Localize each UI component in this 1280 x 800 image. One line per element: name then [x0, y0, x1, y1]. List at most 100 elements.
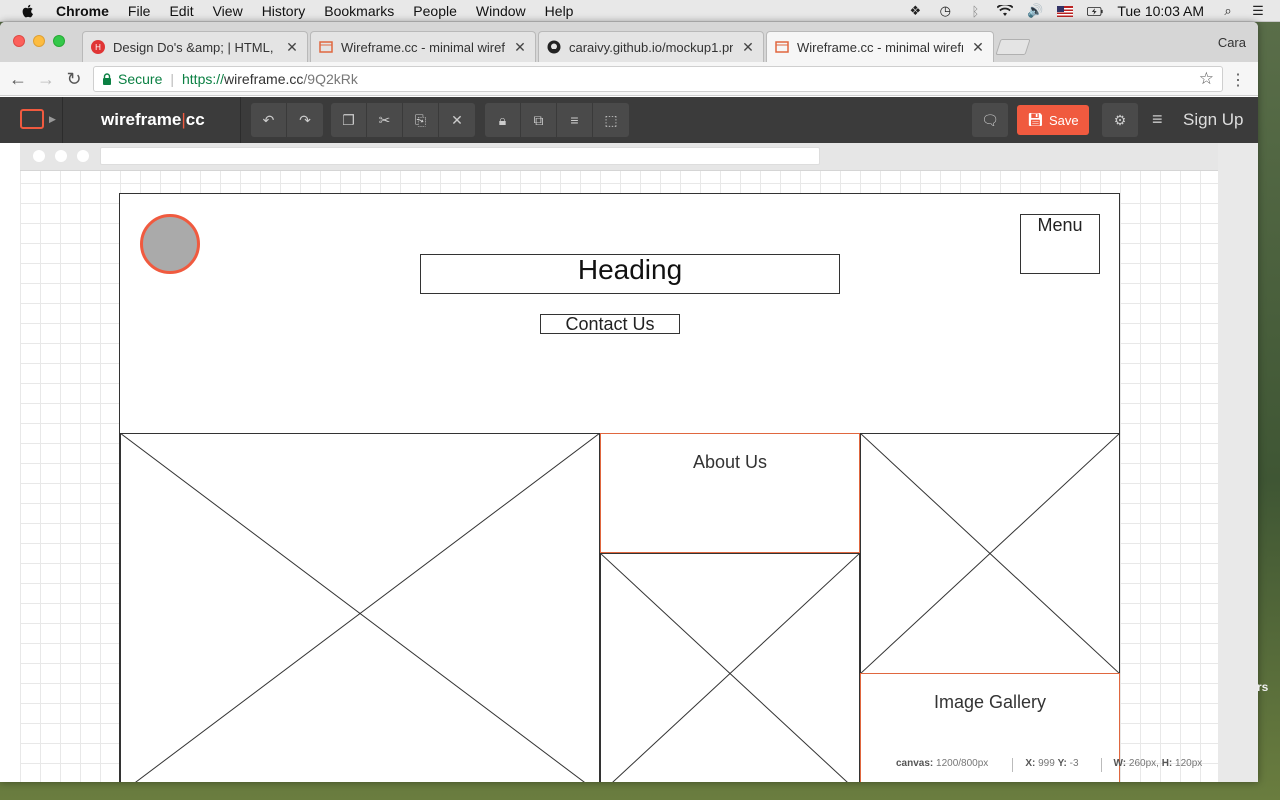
heading-box[interactable]: Heading: [420, 254, 840, 294]
favicon-wireframe-icon: [775, 41, 789, 53]
page-menu-icon[interactable]: [20, 109, 44, 129]
brand-logo: wireframe|cc: [101, 110, 205, 130]
brand-right: cc: [185, 110, 205, 129]
arrange-tools: 🔒︎ ⧉ ≡ ⬚: [485, 103, 629, 137]
chrome-menu-icon[interactable]: ⋮: [1230, 70, 1246, 90]
back-arrow-icon[interactable]: ←: [8, 69, 28, 89]
image-placeholder-right[interactable]: [860, 433, 1120, 674]
align-icon[interactable]: ≡: [557, 103, 593, 137]
chrome-window: H Design Do's &amp; | HTML, CS ✕ Wirefra…: [0, 22, 1258, 782]
menu-bookmarks[interactable]: Bookmarks: [324, 3, 394, 19]
reload-icon[interactable]: ↻: [64, 69, 84, 89]
image-placeholder-large[interactable]: [120, 433, 600, 782]
github-icon: [547, 40, 561, 54]
frame-dot: [33, 150, 45, 162]
close-tab-icon[interactable]: ✕: [741, 39, 755, 56]
secure-label: Secure: [118, 71, 163, 87]
comment-icon[interactable]: 🗨︎: [972, 103, 1008, 137]
caret-right-icon[interactable]: ▶: [49, 114, 56, 125]
x-value: 999: [1038, 758, 1055, 769]
input-flag-icon[interactable]: [1057, 4, 1074, 18]
tab-wireframe-active[interactable]: Wireframe.cc - minimal wirefra ✕: [766, 31, 994, 62]
battery-icon[interactable]: [1087, 4, 1103, 18]
svg-text:H: H: [95, 43, 101, 52]
copy-icon[interactable]: ❐: [331, 103, 367, 137]
paste-icon[interactable]: ⎘: [403, 103, 439, 137]
tab-wireframe-1[interactable]: Wireframe.cc - minimal wirefra ✕: [310, 31, 536, 62]
menu-view[interactable]: View: [213, 3, 243, 19]
y-label: Y:: [1057, 758, 1067, 769]
url-text[interactable]: https://wireframe.cc/9Q2kRk: [182, 71, 358, 87]
settings-gears-icon[interactable]: ⚙: [1102, 103, 1138, 137]
menu-help[interactable]: Help: [545, 3, 574, 19]
url-host: wireframe.cc: [224, 71, 304, 87]
image-placeholder-middle[interactable]: [600, 553, 860, 782]
desktop-label-fragment: rs: [1257, 680, 1269, 694]
menu-edit[interactable]: Edit: [169, 3, 193, 19]
bookmark-star-icon[interactable]: ☆: [1199, 69, 1214, 89]
notification-center-icon[interactable]: ☰: [1250, 3, 1266, 18]
history-tools: ↶ ↷: [251, 103, 323, 137]
frame-dot: [77, 150, 89, 162]
save-button[interactable]: 💾︎ Save: [1017, 105, 1089, 135]
menu-window[interactable]: Window: [476, 3, 526, 19]
sign-up-link[interactable]: Sign Up: [1183, 110, 1243, 130]
canvas-area[interactable]: Heading Contact Us Menu About Us Image G…: [0, 143, 1258, 782]
close-tab-icon[interactable]: ✕: [513, 39, 527, 56]
cursor-position-readout: X: 999 Y: -3: [1012, 758, 1090, 772]
tab-title: Wireframe.cc - minimal wirefra: [797, 39, 963, 55]
favicon-design-icon: H: [91, 40, 105, 54]
frame-dot: [55, 150, 67, 162]
menu-file[interactable]: File: [128, 3, 151, 19]
apple-icon[interactable]: [20, 3, 36, 19]
tab-github-mockup[interactable]: caraivy.github.io/mockup1.png ✕: [538, 31, 764, 62]
tab-title: caraivy.github.io/mockup1.png: [569, 39, 733, 55]
save-icon: 💾︎: [1027, 112, 1044, 127]
logo-circle-shape[interactable]: [140, 214, 200, 274]
url-path: /9Q2kRk: [303, 71, 358, 87]
contact-us-box[interactable]: Contact Us: [540, 314, 680, 334]
brand-left: wireframe: [101, 110, 182, 129]
wireframe-page[interactable]: Heading Contact Us Menu About Us Image G…: [119, 193, 1120, 782]
minimize-window-button[interactable]: [33, 35, 45, 47]
group-icon[interactable]: ⬚: [593, 103, 629, 137]
profile-name[interactable]: Cara: [1218, 35, 1246, 50]
lock-icon: [103, 73, 111, 85]
hamburger-menu-icon[interactable]: ≡: [1152, 109, 1163, 130]
clipboard-tools: ❐ ✂ ⎘ ✕: [331, 103, 475, 137]
forward-arrow-icon[interactable]: →: [36, 69, 56, 89]
maximize-window-button[interactable]: [53, 35, 65, 47]
mock-browser-frame: [20, 143, 1218, 171]
address-bar[interactable]: Secure | https://wireframe.cc/9Q2kRk ☆: [93, 66, 1223, 92]
tab-design-dos[interactable]: H Design Do's &amp; | HTML, CS ✕: [82, 31, 308, 62]
bring-front-icon[interactable]: ⧉: [521, 103, 557, 137]
menu-history[interactable]: History: [262, 3, 306, 19]
close-tab-icon[interactable]: ✕: [285, 39, 299, 56]
redo-icon[interactable]: ↷: [287, 103, 323, 137]
selection-size-readout: W: 260px, H: 120px: [1100, 758, 1215, 772]
time-machine-icon[interactable]: ◷: [937, 3, 953, 18]
separator: |: [170, 71, 174, 87]
close-tab-icon[interactable]: ✕: [971, 39, 985, 56]
menu-people[interactable]: People: [413, 3, 457, 19]
undo-icon[interactable]: ↶: [251, 103, 287, 137]
new-tab-button[interactable]: [995, 39, 1031, 55]
close-window-button[interactable]: [13, 35, 25, 47]
menu-app-chrome[interactable]: Chrome: [56, 3, 109, 19]
wifi-icon[interactable]: [997, 4, 1014, 18]
spotlight-search-icon[interactable]: ⌕: [1220, 3, 1236, 18]
y-value: -3: [1069, 758, 1079, 769]
delete-icon[interactable]: ✕: [439, 103, 475, 137]
volume-icon[interactable]: 🔊: [1027, 3, 1043, 18]
dropbox-icon[interactable]: ❖: [907, 3, 923, 18]
cut-icon[interactable]: ✂: [367, 103, 403, 137]
w-value: 260px,: [1128, 758, 1159, 769]
lock-element-icon[interactable]: 🔒︎: [485, 103, 521, 137]
browser-toolbar: ← → ↻ Secure | https://wireframe.cc/9Q2k…: [0, 62, 1258, 96]
bluetooth-icon[interactable]: ᛒ: [967, 4, 983, 19]
tab-strip: H Design Do's &amp; | HTML, CS ✕ Wirefra…: [0, 22, 1258, 62]
about-us-box[interactable]: About Us: [600, 433, 860, 553]
menu-box[interactable]: Menu: [1020, 214, 1100, 274]
divider: [240, 97, 241, 143]
menubar-clock[interactable]: Tue 10:03 AM: [1117, 3, 1204, 19]
